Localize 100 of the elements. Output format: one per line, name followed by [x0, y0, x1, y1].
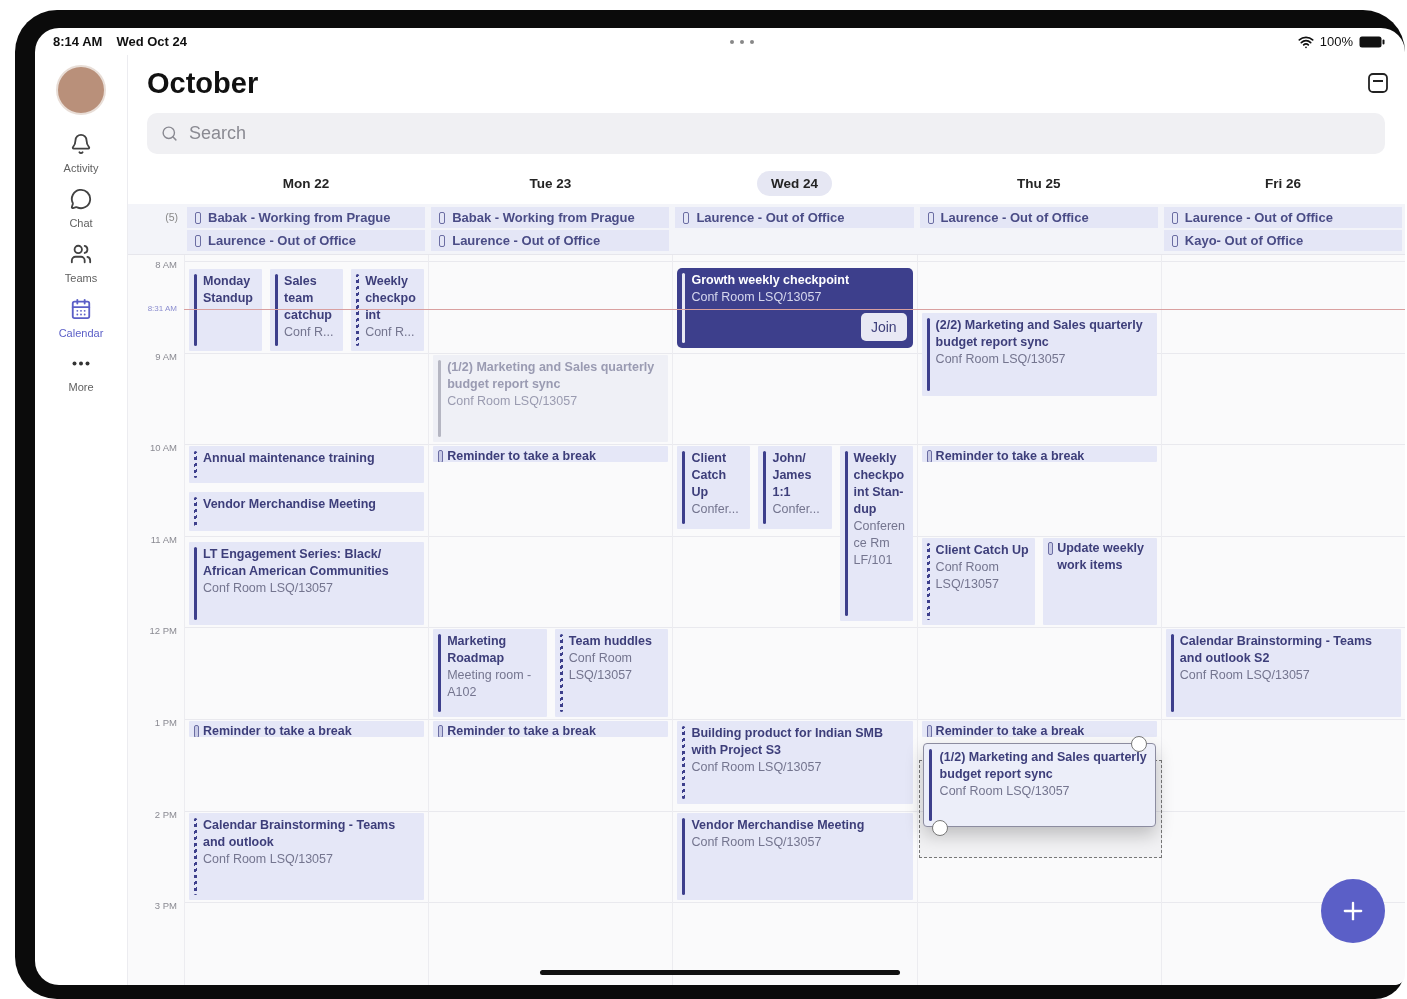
join-button[interactable]: Join	[860, 312, 907, 341]
reminder-icon	[926, 725, 932, 738]
bar-icon	[439, 234, 446, 247]
sidebar-item[interactable]: Activity	[43, 133, 119, 174]
event-location: Conf R...	[365, 324, 416, 342]
event-location: Conf Room LSQ/13057	[691, 288, 823, 306]
people-icon	[70, 243, 92, 265]
event-card[interactable]: Vendor Merchandise Meeting Conf Room LSQ/13057	[677, 812, 913, 901]
all-day-event[interactable]: Laurence - Out of Office	[1163, 207, 1402, 228]
day-header[interactable]: Fri 26	[1250, 170, 1315, 196]
dragged-event-card[interactable]: (1/2) Marketing and Sales quarterly budget report sync Conf Room LSQ/13057	[922, 742, 1156, 828]
time-label: 3 PM	[154, 900, 177, 912]
event-card[interactable]: Weekly checkpoint Stan-dup Conference Rm LF/101	[839, 446, 913, 621]
event-card[interactable]: (2/2) Marketing and Sales quarterly budget report sync Conf Room LSQ/13057	[921, 313, 1157, 397]
panel-icon[interactable]	[1367, 72, 1389, 94]
search-icon	[161, 125, 178, 142]
date-text: Wed Oct 24	[116, 34, 187, 49]
event-location: Conference Rm LF/101	[853, 518, 906, 570]
all-day-event[interactable]: Laurence - Out of Office	[187, 230, 426, 251]
event-bar	[275, 274, 279, 346]
event-title: Sales team catchup	[284, 273, 333, 325]
reminder-icon	[194, 725, 199, 738]
time-label: 8 AM	[155, 259, 177, 270]
all-day-event[interactable]: Kayo- Out of Office	[1163, 230, 1402, 251]
all-day-event[interactable]: Babak - Working from Prague	[187, 207, 426, 228]
event-card[interactable]: John/ James 1:1 Confer...	[758, 446, 832, 530]
bar-icon	[1171, 211, 1178, 224]
clock-text: 8:14 AM	[53, 34, 103, 49]
event-card[interactable]: Reminder to take a break	[433, 446, 669, 463]
sidebar-item[interactable]: Chat	[43, 188, 119, 229]
event-location: Conf Room LSQ/13057	[935, 558, 1000, 593]
event-location: Conf Room LSQ/13057	[1179, 667, 1311, 685]
event-title: Monday Standup	[203, 273, 254, 308]
bar-icon	[195, 234, 201, 247]
event-card[interactable]: Client Catch Up Confer...	[677, 446, 751, 530]
more-icon	[72, 361, 90, 366]
all-day-event[interactable]: Laurence - Out of Office	[675, 207, 914, 228]
day-header[interactable]: Thu 25	[1002, 170, 1075, 196]
event-card[interactable]: Reminder to take a break	[921, 721, 1157, 738]
dots-icon	[729, 38, 756, 45]
battery-text: 100%	[1319, 34, 1353, 49]
event-bar	[194, 451, 197, 479]
event-location: Conf Room LSQ/13057	[203, 850, 334, 868]
reminder-icon	[926, 450, 932, 463]
event-bar	[682, 272, 686, 343]
event-title: LT Engagement Series: Black/ African American Communities	[203, 546, 390, 581]
bar-icon	[683, 211, 690, 224]
time-label: 1 PM	[154, 717, 177, 728]
event-card[interactable]: Sales team catchup Conf R...	[270, 269, 344, 351]
time-label: 12 PM	[149, 625, 177, 637]
all-day-event[interactable]: Laurence - Out of Office	[919, 207, 1158, 228]
all-day-event[interactable]: Babak - Working from Prague	[431, 207, 670, 228]
event-title: Client Catch Up	[935, 541, 1030, 559]
month-title: October	[147, 66, 259, 100]
sidebar-item[interactable]: Teams	[43, 243, 119, 284]
event-card[interactable]: Update weekly work items	[1043, 537, 1157, 626]
event-title: Reminder to take a break	[203, 723, 353, 738]
day-header[interactable]: Tue 23	[515, 170, 586, 196]
bar-icon	[1171, 234, 1178, 247]
bar-icon	[927, 211, 934, 224]
reminder-icon	[438, 450, 444, 463]
event-title: Reminder to take a break	[447, 723, 597, 738]
day-header[interactable]: Mon 22	[268, 170, 344, 196]
event-bar	[194, 497, 197, 527]
reminder-icon	[438, 725, 444, 738]
event-card[interactable]: Reminder to take a break	[921, 446, 1157, 463]
event-title: Update weekly work items	[1057, 539, 1146, 574]
event-card[interactable]: Monday Standup	[189, 269, 263, 351]
event-title: Marketing Roadmap	[447, 633, 508, 668]
day-header[interactable]: Wed 24	[757, 170, 832, 196]
event-card[interactable]: Weekly checkpoint Conf R...	[351, 269, 425, 351]
event-title: Calendar Brainstorming - Teams and outlook	[203, 816, 397, 851]
all-day-count: (5)	[165, 211, 178, 225]
event-card[interactable]: Marketing Roadmap Meeting room - A102	[433, 629, 547, 717]
event-card[interactable]: LT Engagement Series: Black/ African American Communities Conf Room LSQ/13057	[189, 542, 425, 626]
event-location: Conf R...	[284, 324, 335, 342]
bell-icon	[70, 133, 92, 155]
event-card[interactable]: Growth weekly checkpoint Conf Room LSQ/13057 Join	[677, 267, 913, 348]
avatar[interactable]	[56, 65, 106, 115]
event-card[interactable]: Building product for Indian SMB with Project S3 Conf Room LSQ/13057	[677, 721, 913, 804]
chat-icon	[70, 188, 92, 210]
event-card[interactable]: Team huddles Conf Room LSQ/13057	[554, 629, 669, 717]
search-field[interactable]: Search	[147, 113, 1385, 154]
sidebar-item[interactable]: Calendar	[43, 298, 119, 339]
event-title: Vendor Merchandise Meeting	[691, 816, 866, 834]
event-card[interactable]: Calendar Brainstorming - Teams and outlook Conf Room LSQ/13057	[189, 812, 425, 901]
event-card[interactable]: Client Catch Up Conf Room LSQ/13057	[921, 537, 1036, 626]
all-day-event[interactable]: Laurence - Out of Office	[431, 230, 670, 251]
event-location: Confer...	[691, 501, 740, 519]
event-card[interactable]: Reminder to take a break	[189, 721, 425, 738]
event-title: (2/2) Marketing and Sales quarterly budget report sync	[935, 317, 1144, 352]
event-card[interactable]: Vendor Merchandise Meeting	[189, 492, 425, 532]
event-title: John/ James 1:1	[772, 450, 813, 502]
event-title: Team huddles	[568, 633, 653, 651]
event-card[interactable]: Annual maintenance training	[189, 446, 425, 484]
time-label: 11 AM	[150, 533, 177, 545]
bar-icon	[195, 211, 201, 224]
event-card[interactable]: Calendar Brainstorming - Teams and outlook S2 Conf Room LSQ/13057	[1165, 629, 1401, 717]
event-card[interactable]: Reminder to take a break	[433, 721, 669, 738]
sidebar-item[interactable]: More	[43, 353, 119, 393]
